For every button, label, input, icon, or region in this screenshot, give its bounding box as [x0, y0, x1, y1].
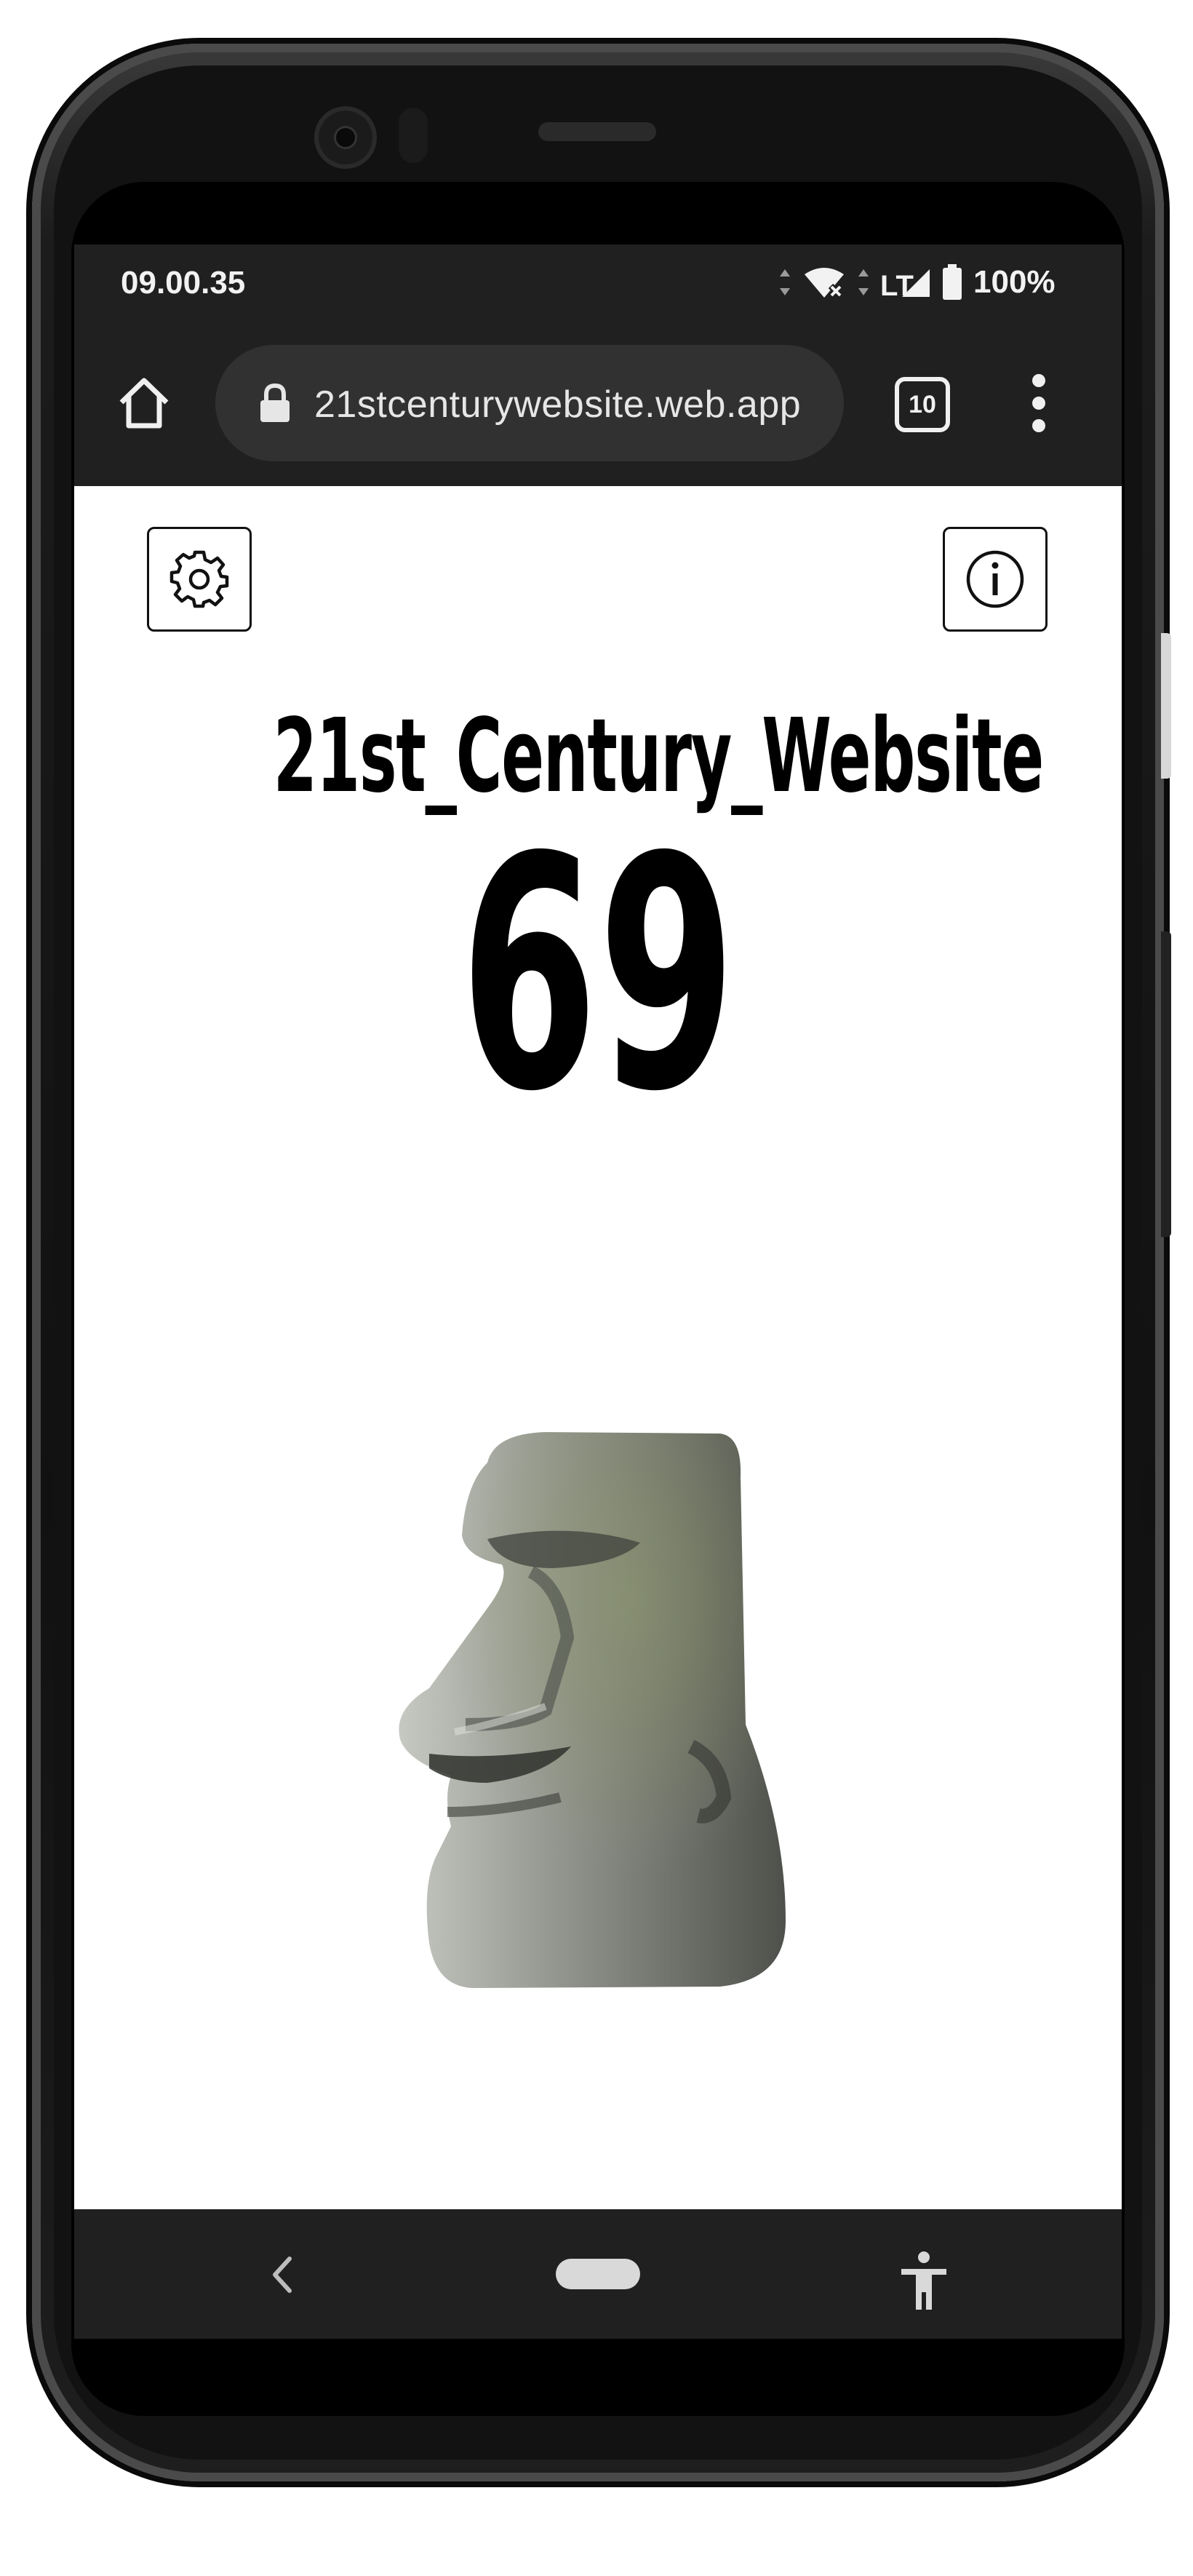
screen-bottom-bezel [74, 2339, 1122, 2397]
browser-menu-button[interactable] [1018, 367, 1059, 440]
info-button[interactable] [943, 527, 1048, 632]
tab-count: 10 [895, 377, 950, 432]
home-icon [119, 378, 169, 429]
back-button[interactable] [253, 2246, 311, 2304]
gear-icon [169, 550, 229, 608]
wifi-x-icon [805, 268, 844, 299]
tabs-button[interactable]: 10 [892, 374, 950, 432]
status-time: 09.00.35 [121, 265, 246, 301]
info-icon [966, 550, 1024, 608]
battery-percentage: 100% [973, 264, 1056, 300]
browser-home-button[interactable] [109, 368, 179, 438]
accessibility-button[interactable] [887, 2244, 960, 2317]
proximity-sensor [399, 108, 428, 163]
kebab-dot [1032, 419, 1045, 432]
earpiece-speaker [538, 122, 656, 141]
back-chevron-icon [273, 2257, 292, 2293]
kebab-menu-icon [1032, 374, 1045, 387]
settings-button[interactable] [147, 527, 252, 632]
lock-icon[interactable] [258, 383, 292, 424]
camera-lens [336, 128, 355, 147]
home-pill[interactable] [556, 2259, 640, 2289]
visit-counter: 69 [460, 789, 736, 1161]
power-button [1161, 931, 1171, 1237]
status-icons: LT 100% [778, 262, 1056, 303]
moai-image[interactable] [378, 1419, 800, 2008]
accessibility-icon [901, 2251, 946, 2310]
kebab-dot [1032, 397, 1045, 410]
battery-icon [943, 264, 962, 300]
volume-button [1161, 633, 1171, 779]
data-arrows-icon [780, 269, 790, 295]
lte-signal-icon: LT [880, 269, 930, 298]
data-arrows-icon [858, 269, 869, 295]
url-text[interactable]: 21stcenturywebsite.web.app [314, 383, 801, 426]
